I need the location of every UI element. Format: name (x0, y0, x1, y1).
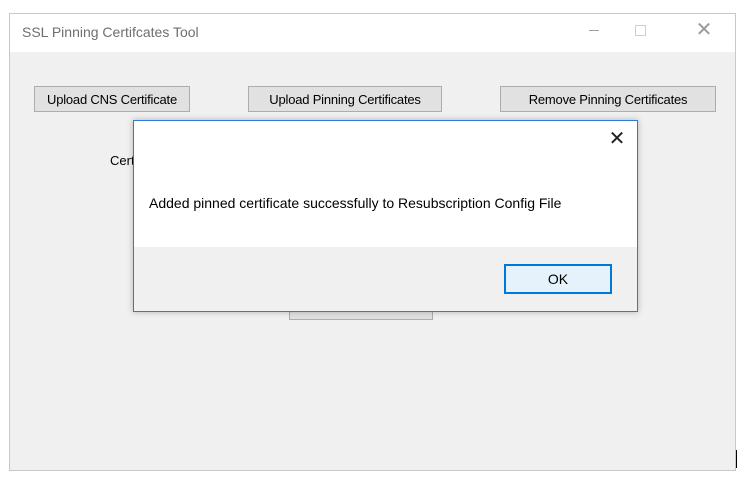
dialog-close-button[interactable]: ✕ (607, 127, 627, 151)
maximize-button[interactable] (617, 14, 663, 46)
remove-pinning-certificates-button[interactable]: Remove Pinning Certificates (500, 86, 716, 112)
upload-pinning-certificates-button[interactable]: Upload Pinning Certificates (248, 86, 442, 112)
dialog-footer: OK (134, 247, 637, 311)
minimize-icon (589, 29, 599, 31)
ok-button[interactable]: OK (504, 264, 612, 294)
certificate-label: Cert (110, 153, 135, 168)
message-dialog: ✕ Added pinned certificate successfully … (133, 120, 638, 312)
window-close-button[interactable]: ✕ (681, 14, 727, 46)
upload-cns-certificate-button[interactable]: Upload CNS Certificate (34, 86, 190, 112)
window-title: SSL Pinning Certifcates Tool (22, 24, 199, 40)
minimize-button[interactable] (571, 14, 617, 46)
close-icon: ✕ (695, 19, 713, 41)
title-bar: SSL Pinning Certifcates Tool ✕ (10, 14, 735, 52)
dialog-message: Added pinned certificate successfully to… (149, 195, 562, 211)
maximize-icon (634, 24, 646, 36)
edge-mark (736, 450, 737, 468)
